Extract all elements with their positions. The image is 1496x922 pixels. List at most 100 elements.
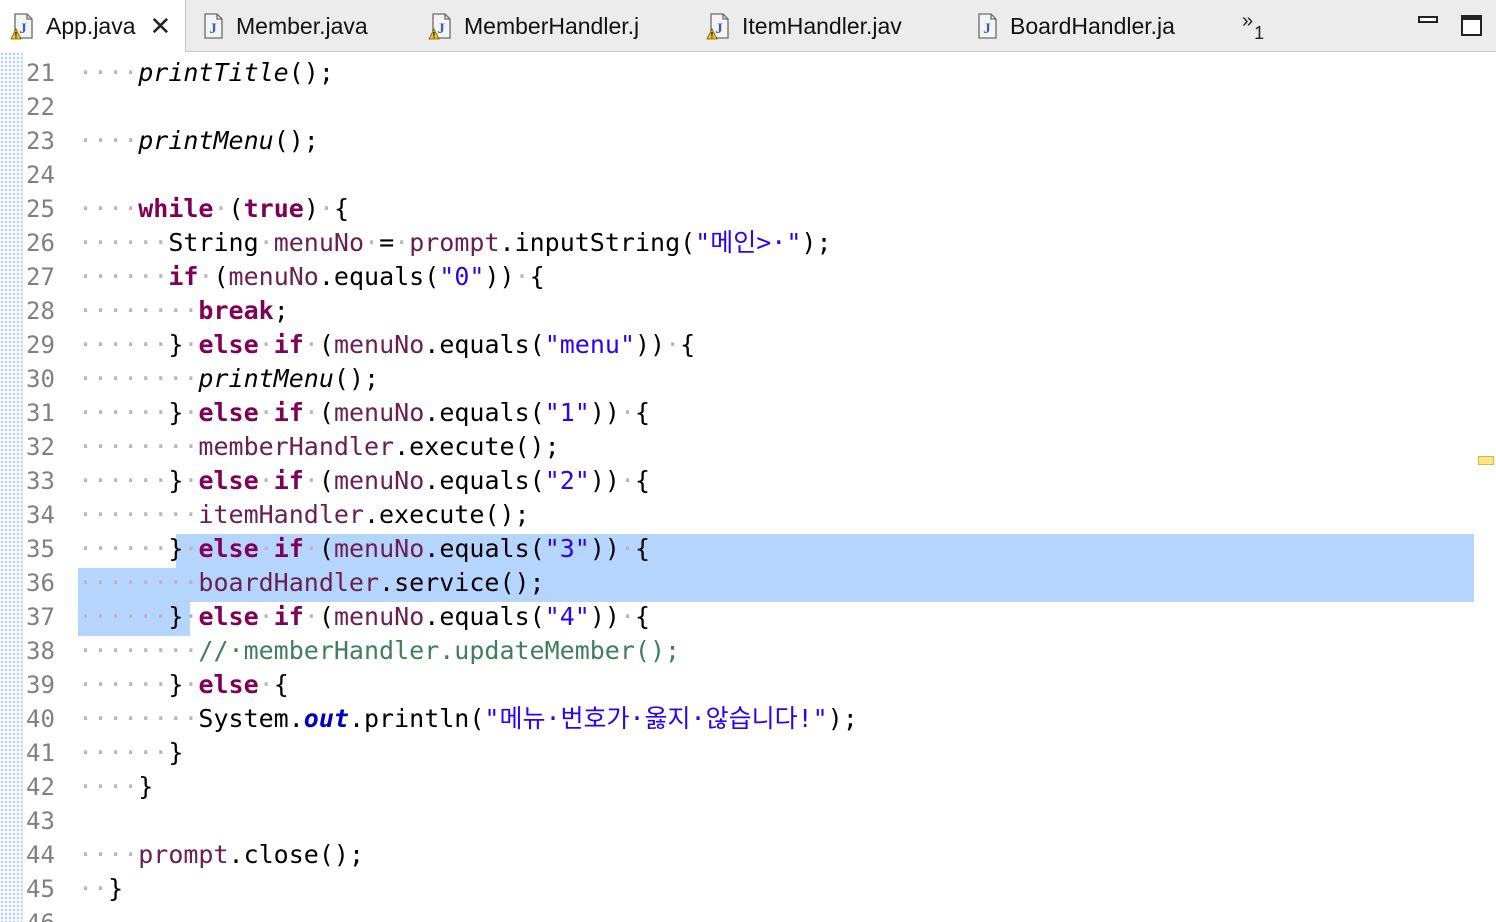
code-line[interactable]: 45 ··} (0, 872, 1496, 906)
code-token: .execute(); (364, 500, 530, 529)
code-token: if (273, 466, 304, 495)
tab-label: MemberHandler.j (464, 12, 640, 39)
code-token: { (635, 534, 651, 563)
code-line[interactable]: 38 ········//·memberHandler.updateMember(… (0, 634, 1496, 668)
svg-text:J: J (983, 21, 991, 37)
code-token: ········ (78, 296, 199, 325)
code-token: if (273, 330, 304, 359)
code-text: ······}·else·if·(menuNo.equals("2"))·{ (78, 464, 650, 498)
code-token: } (168, 602, 184, 631)
code-line[interactable]: 29 ······}·else·if·(menuNo.equals("menu")… (0, 328, 1496, 362)
code-token: )) (484, 262, 515, 291)
code-line[interactable]: 24 (0, 158, 1496, 192)
code-token: menuNo (333, 466, 425, 495)
code-token: "1" (544, 398, 590, 427)
code-line[interactable]: 21 ····printTitle(); (0, 56, 1496, 90)
code-token: { (333, 194, 350, 223)
code-line[interactable]: 40 ········System.out.println("메뉴·번호가·옳지·… (0, 702, 1496, 736)
tab-app-java[interactable]: J! App.java ✕ (0, 0, 186, 52)
code-token: { (529, 262, 545, 291)
code-line[interactable]: 26 ······String·menuNo·=·prompt.inputStri… (0, 226, 1496, 260)
code-token: ···· (78, 126, 139, 155)
code-token: else (198, 670, 259, 699)
code-token: · (303, 534, 319, 563)
tab-member-java[interactable]: J Member.java (200, 0, 368, 52)
code-token: · (303, 330, 319, 359)
code-token: · (258, 466, 274, 495)
code-token: = (379, 228, 395, 257)
code-line[interactable]: 41 ······} (0, 736, 1496, 770)
tab-itemhandler-java[interactable]: J! ItemHandler.jav (706, 0, 902, 52)
code-token: .close(); (228, 840, 364, 869)
overview-ruler-marker[interactable] (1478, 456, 1494, 465)
code-text: ········memberHandler.execute(); (78, 430, 560, 464)
code-line[interactable]: 36 ········boardHandler.service(); (0, 566, 1496, 600)
tab-memberhandler-java[interactable]: J! MemberHandler.j (428, 0, 639, 52)
code-token: "0" (439, 262, 485, 291)
close-icon[interactable]: ✕ (150, 13, 172, 39)
code-token: if (168, 262, 199, 291)
code-token: break (198, 296, 274, 325)
code-line[interactable]: 27 ······if·(menuNo.equals("0"))·{ (0, 260, 1496, 294)
overflow-chevron-icon: » (1242, 10, 1254, 32)
code-line[interactable]: 34 ········itemHandler.execute(); (0, 498, 1496, 532)
code-token: while (138, 194, 214, 223)
code-line[interactable]: 46 (0, 906, 1496, 922)
code-line[interactable]: 31 ······}·else·if·(menuNo.equals("1"))·{ (0, 396, 1496, 430)
code-token: ······ (78, 534, 169, 563)
code-token: · (514, 262, 530, 291)
code-text: ······}·else·if·(menuNo.equals("1"))·{ (78, 396, 650, 430)
code-token: itemHandler (198, 500, 364, 529)
code-line[interactable]: 25 ····while·(true)·{ (0, 192, 1496, 226)
code-line[interactable]: 28 ········break; (0, 294, 1496, 328)
code-token: ······ (78, 602, 169, 631)
tab-overflow-button[interactable]: »1 (1242, 10, 1264, 43)
line-number: 45 (26, 875, 55, 903)
code-line[interactable]: 43 (0, 804, 1496, 838)
code-line[interactable]: 22 (0, 90, 1496, 124)
line-number: 34 (26, 501, 55, 529)
tab-label: BoardHandler.ja (1010, 12, 1175, 39)
overflow-count: 1 (1254, 23, 1265, 43)
code-text: ········System.out.println("메뉴·번호가·옳지·않습… (78, 702, 858, 736)
java-file-icon: J! (428, 12, 454, 40)
code-token: ( (318, 398, 334, 427)
java-file-icon: J (974, 12, 1000, 40)
tab-boardhandler-java[interactable]: J BoardHandler.ja (974, 0, 1175, 52)
svg-text:J: J (437, 21, 445, 37)
code-line[interactable]: 23 ····printMenu(); (0, 124, 1496, 158)
code-token: · (183, 670, 199, 699)
code-token: menuNo (333, 330, 425, 359)
code-token: ······ (78, 330, 169, 359)
code-token: ···· (78, 772, 139, 801)
code-token: } (168, 534, 184, 563)
code-line[interactable]: 44 ····prompt.close(); (0, 838, 1496, 872)
code-line[interactable]: 35 ······}·else·if·(menuNo.equals("3"))·{ (0, 532, 1496, 566)
code-token: )) (589, 602, 620, 631)
code-token: menuNo (333, 534, 425, 563)
code-line[interactable]: 39 ······}·else·{ (0, 668, 1496, 702)
code-line[interactable]: 30 ········printMenu(); (0, 362, 1496, 396)
code-token: "2" (544, 466, 590, 495)
code-token: else (198, 398, 259, 427)
code-token: { (635, 602, 651, 631)
line-number: 41 (26, 739, 55, 767)
line-number: 46 (26, 906, 66, 922)
code-token: printMenu (138, 126, 274, 155)
code-line[interactable]: 32 ········memberHandler.execute(); (0, 430, 1496, 464)
maximize-icon[interactable] (1460, 14, 1484, 38)
code-line[interactable]: 33 ······}·else·if·(menuNo.equals("2"))·{ (0, 464, 1496, 498)
code-token: } (168, 330, 184, 359)
tab-label: Member.java (236, 12, 368, 39)
code-line[interactable]: 42 ····} (0, 770, 1496, 804)
code-token: ········ (78, 500, 199, 529)
code-text: ······}·else·if·(menuNo.equals("menu"))·… (78, 328, 695, 362)
code-token: } (138, 772, 154, 801)
line-number: 36 (26, 569, 55, 597)
code-token: .execute(); (394, 432, 560, 461)
code-line[interactable]: 37 ······}·else·if·(menuNo.equals("4"))·{ (0, 600, 1496, 634)
code-token: ( (318, 534, 334, 563)
code-token: · (318, 194, 334, 223)
minimize-icon[interactable] (1418, 14, 1440, 30)
code-editor[interactable]: 21 ····printTitle(); 22 23 ····printMenu(); 2… (0, 52, 1496, 922)
